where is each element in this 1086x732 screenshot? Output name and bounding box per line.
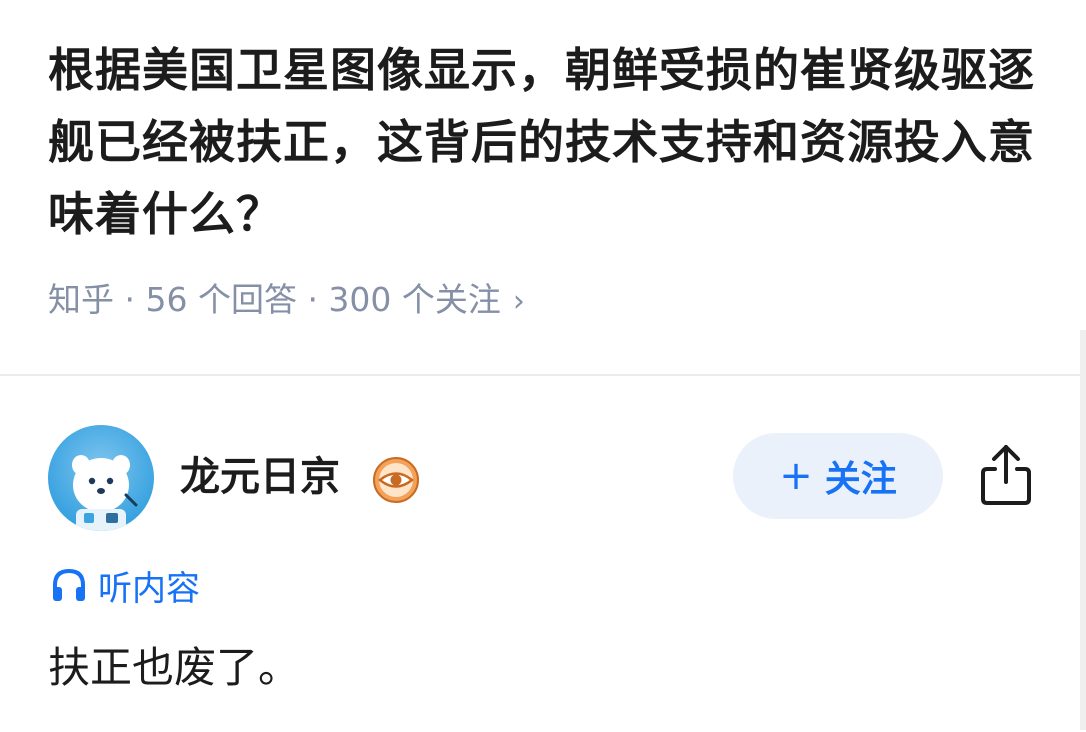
question-meta-text: 知乎 · 56 个回答 · 300 个关注 <box>48 280 501 319</box>
answer-card: 龙元日京 + 关注 听内容 扶正也废了。 <box>0 376 1086 732</box>
cartoon-bear-avatar-icon <box>72 455 138 531</box>
listen-label: 听内容 <box>98 568 200 609</box>
question-meta[interactable]: 知乎 · 56 个回答 · 300 个关注 › <box>48 276 525 326</box>
share-icon[interactable] <box>978 442 1034 508</box>
listen-content-button[interactable]: 听内容 <box>50 560 200 610</box>
question-header: 根据美国卫星图像显示，朝鲜受损的崔贤级驱逐舰已经被扶正，这背后的技术支持和资源投… <box>0 0 1086 374</box>
plus-icon: + <box>779 453 813 499</box>
question-title[interactable]: 根据美国卫星图像显示，朝鲜受损的崔贤级驱逐舰已经被扶正，这背后的技术支持和资源投… <box>48 34 1048 250</box>
follow-button[interactable]: + 关注 <box>733 433 943 519</box>
headphones-icon <box>53 568 85 601</box>
answer-content[interactable]: 扶正也废了。 <box>48 638 300 698</box>
follow-button-label: 关注 <box>824 459 897 500</box>
scrollbar-track <box>1080 330 1086 730</box>
author-avatar[interactable] <box>48 425 154 531</box>
chevron-right-icon: › <box>512 284 525 319</box>
eye-badge-icon <box>373 457 419 503</box>
author-name[interactable]: 龙元日京 <box>180 452 340 502</box>
